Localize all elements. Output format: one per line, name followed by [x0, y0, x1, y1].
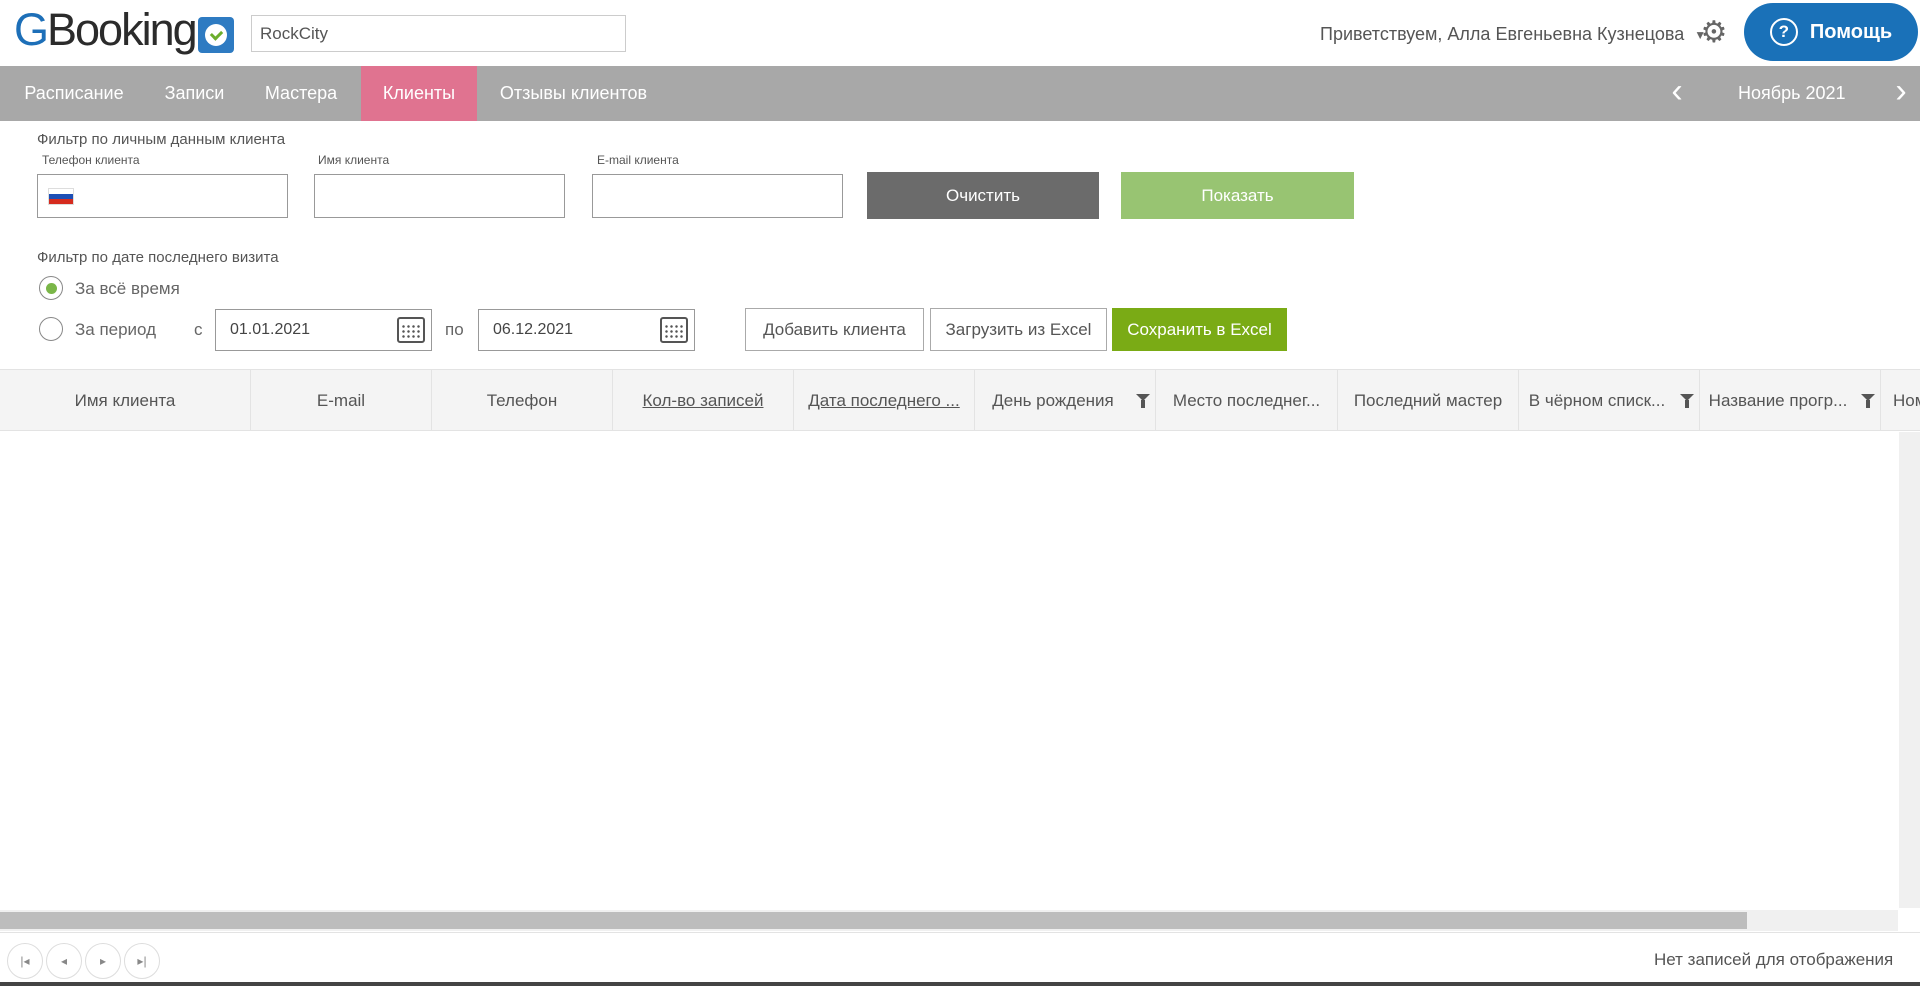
column-client-name[interactable]: Имя клиента: [0, 370, 251, 430]
current-month: Ноябрь 2021: [1738, 83, 1846, 103]
grid-pager: |◂ ◂ ▸ ▸| Нет записей для отображения: [0, 932, 1920, 986]
chevron-right-icon[interactable]: ›: [1886, 66, 1916, 121]
company-search-input[interactable]: [251, 15, 626, 52]
vertical-scrollbar[interactable]: [1899, 432, 1920, 908]
prev-page-icon[interactable]: ◂: [46, 943, 82, 979]
chevron-left-icon[interactable]: ‹: [1662, 66, 1692, 121]
column-phone[interactable]: Телефон: [432, 370, 613, 430]
column-program-name[interactable]: Название прогр...: [1700, 370, 1881, 430]
phone-label: Телефон клиента: [42, 153, 140, 167]
to-label: по: [445, 320, 464, 339]
column-appointments-count[interactable]: Кол-во записей: [613, 370, 794, 430]
from-label: с: [194, 320, 203, 339]
radio-all-time[interactable]: [39, 276, 63, 300]
column-email[interactable]: E-mail: [251, 370, 432, 430]
horizontal-scrollbar[interactable]: [0, 910, 1898, 931]
main-nav: Расписание Записи Мастера Клиенты Отзывы…: [0, 66, 1920, 121]
period-label[interactable]: За период: [75, 320, 156, 340]
client-name-input[interactable]: [314, 174, 565, 218]
filter-icon[interactable]: [1680, 394, 1694, 408]
help-question-icon: ?: [1769, 18, 1798, 46]
date-to-value: 06.12.2021: [493, 321, 574, 338]
filter-icon[interactable]: [1136, 394, 1150, 408]
date-filter-title: Фильтр по дате последнего визита: [37, 249, 279, 266]
help-button[interactable]: ? Помощь: [1744, 3, 1918, 61]
email-label: E-mail клиента: [597, 153, 679, 167]
column-last-master[interactable]: Последний мастер: [1338, 370, 1519, 430]
horizontal-scrollbar-thumb[interactable]: [0, 912, 1747, 929]
help-button-label: Помощь: [1809, 20, 1893, 43]
column-birthday[interactable]: День рождения: [975, 370, 1156, 430]
calendar-icon[interactable]: [397, 317, 425, 343]
export-excel-button[interactable]: Сохранить в Excel: [1112, 308, 1287, 351]
column-last-visit-date[interactable]: Дата последнего ...: [794, 370, 975, 430]
logo-clock-icon: [197, 17, 234, 53]
bottom-border: [0, 982, 1920, 986]
tab-clients[interactable]: Клиенты: [361, 66, 477, 121]
name-label: Имя клиента: [318, 153, 390, 167]
tab-reviews[interactable]: Отзывы клиентов: [477, 66, 670, 121]
clear-button[interactable]: Очистить: [867, 172, 1099, 219]
personal-filter-title: Фильтр по личным данным клиента: [37, 131, 286, 148]
radio-period[interactable]: [39, 317, 63, 341]
logo-text: GBooking: [14, 4, 198, 55]
import-excel-button[interactable]: Загрузить из Excel: [930, 308, 1107, 351]
column-blacklist[interactable]: В чёрном списк...: [1519, 370, 1700, 430]
clients-grid-header: Имя клиента E-mail Телефон Кол-во записе…: [0, 369, 1920, 431]
next-page-icon[interactable]: ▸: [85, 943, 121, 979]
last-page-icon[interactable]: ▸|: [124, 943, 160, 979]
date-from-field[interactable]: 01.01.2021: [215, 309, 432, 351]
client-email-input[interactable]: [592, 174, 843, 218]
date-from-value: 01.01.2021: [230, 321, 311, 338]
gbooking-logo[interactable]: GBooking: [14, 4, 234, 56]
greeting-text: Приветствуем, Алла Евгеньевна Кузнецова: [1320, 24, 1685, 44]
gear-icon[interactable]: ⚙: [1699, 18, 1729, 48]
top-header: GBooking Приветствуем, Алла Евгеньевна К…: [0, 0, 1920, 66]
tab-schedule[interactable]: Расписание: [0, 66, 148, 121]
first-page-icon[interactable]: |◂: [7, 943, 43, 979]
phone-input[interactable]: [37, 174, 288, 218]
no-records-message: Нет записей для отображения: [1654, 950, 1894, 969]
russia-flag-icon[interactable]: [48, 188, 74, 205]
column-number[interactable]: Ном: [1881, 370, 1920, 430]
user-menu[interactable]: Приветствуем, Алла Евгеньевна Кузнецова …: [1320, 24, 1706, 45]
tab-masters[interactable]: Мастера: [241, 66, 361, 121]
clients-grid-body: [0, 431, 1920, 911]
filter-icon[interactable]: [1861, 394, 1875, 408]
tab-appointments[interactable]: Записи: [148, 66, 241, 121]
show-button[interactable]: Показать: [1121, 172, 1354, 219]
all-time-label[interactable]: За всё время: [75, 279, 180, 299]
date-to-field[interactable]: 06.12.2021: [478, 309, 695, 351]
calendar-icon[interactable]: [660, 317, 688, 343]
column-last-place[interactable]: Место последнег...: [1156, 370, 1338, 430]
add-client-button[interactable]: Добавить клиента: [745, 308, 924, 351]
